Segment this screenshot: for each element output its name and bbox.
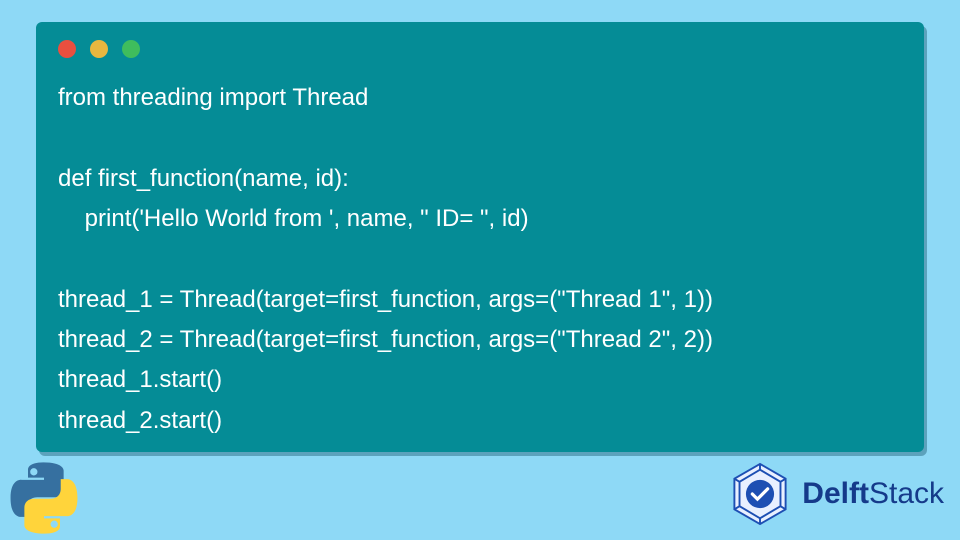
brand-name: DelftStack — [802, 477, 944, 511]
code-line: from threading import Thread — [58, 84, 368, 111]
code-line: thread_1.start() — [58, 366, 222, 393]
code-line: thread_1 = Thread(target=first_function,… — [58, 286, 713, 313]
brand: DelftStack — [728, 462, 944, 526]
code-line: thread_2.start() — [58, 407, 222, 434]
brand-name-light: Stack — [869, 477, 944, 510]
close-icon — [58, 40, 76, 58]
python-icon — [4, 458, 84, 538]
code-line: print('Hello World from ', name, " ID= "… — [58, 205, 529, 232]
brand-name-bold: Delft — [802, 477, 869, 510]
maximize-icon — [122, 40, 140, 58]
minimize-icon — [90, 40, 108, 58]
code-block: from threading import Thread def first_f… — [58, 78, 902, 441]
window-traffic-lights — [58, 40, 902, 58]
code-line: thread_2 = Thread(target=first_function,… — [58, 326, 713, 353]
delftstack-badge-icon — [728, 462, 792, 526]
code-line: def first_function(name, id): — [58, 165, 349, 192]
code-window: from threading import Thread def first_f… — [36, 22, 924, 452]
